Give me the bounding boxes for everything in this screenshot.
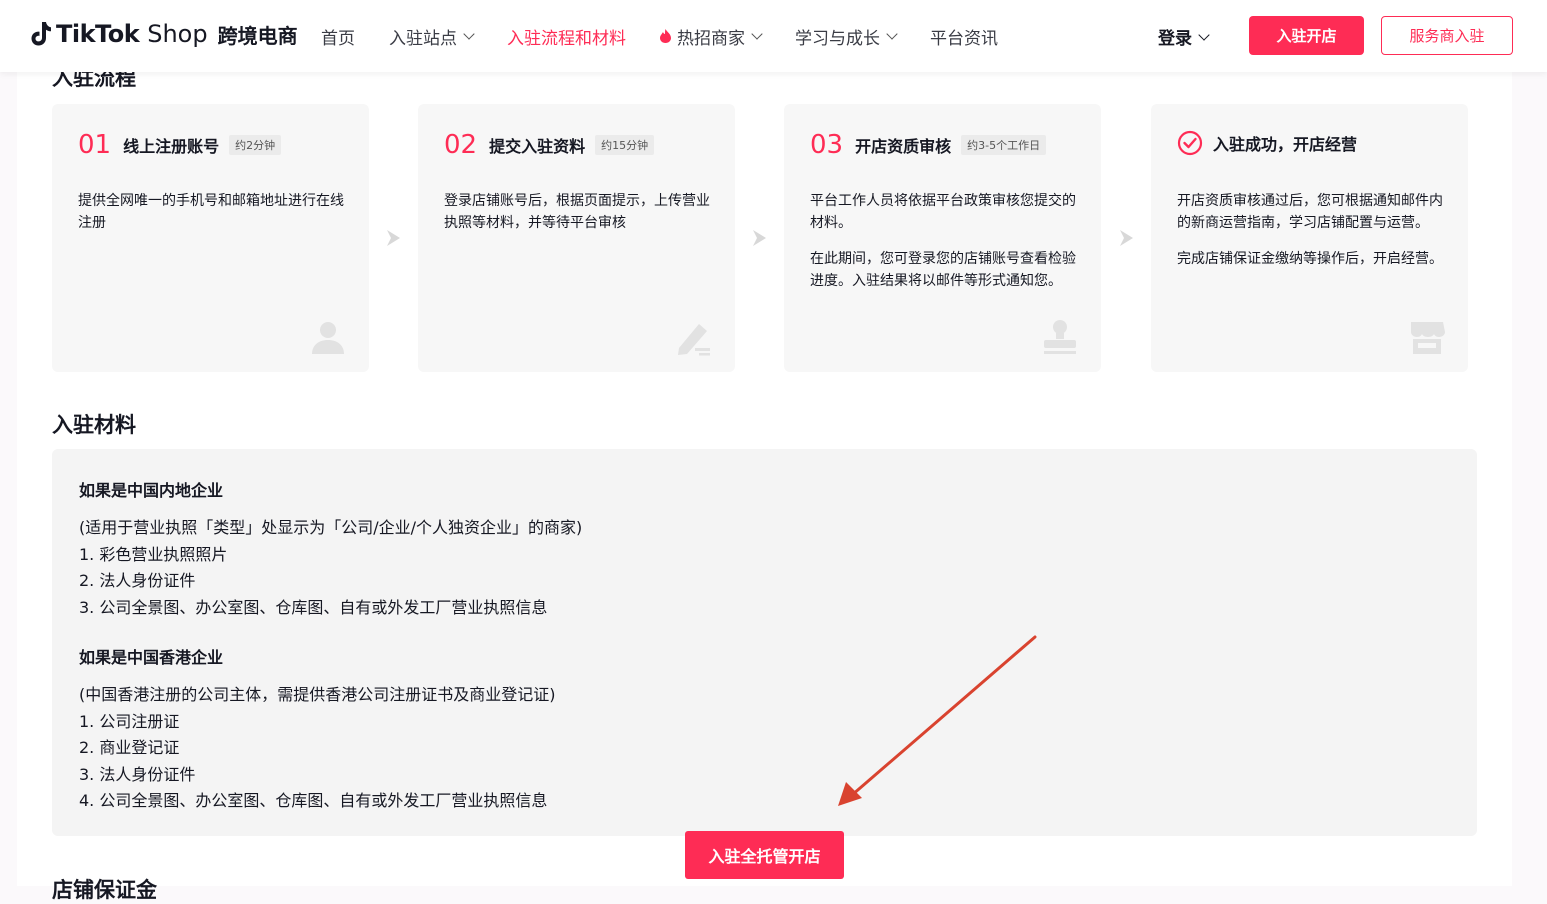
step-number: 03 (810, 130, 844, 160)
chevron-down-icon (751, 28, 763, 40)
material-item: 3. 法人身份证件 (79, 764, 196, 784)
nav-item-process-materials[interactable]: 入驻流程和材料 (507, 22, 626, 50)
step-number: 01 (78, 130, 112, 160)
hongkong-title: 如果是中国香港企业 (79, 648, 224, 667)
step-arrow-icon (1120, 230, 1133, 246)
stamp-icon (1044, 320, 1076, 354)
step-description: 提供全网唯一的手机号和邮箱地址进行在线注册 (78, 190, 348, 234)
login-label: 登录 (1158, 29, 1192, 49)
step-arrow-icon (753, 230, 766, 246)
step-card-submit: 02 提交入驻资料 约15分钟 登录店铺账号后，根据页面提示，上传营业执照等材料… (418, 104, 735, 372)
chevron-down-icon (463, 28, 475, 40)
nav-item-label: 热招商家 (677, 28, 745, 49)
nav-item-home[interactable]: 首页 (321, 22, 355, 50)
step-desc-para: 登录店铺账号后，根据页面提示，上传营业执照等材料，并等待平台审核 (444, 193, 710, 231)
logo-shop-text: Shop (147, 20, 208, 48)
check-circle-icon (1177, 130, 1203, 156)
step-name: 入驻成功，开店经营 (1213, 135, 1358, 154)
login-dropdown[interactable]: 登录 (1158, 24, 1210, 49)
nav-item-label: 入驻流程和材料 (507, 28, 626, 49)
main-nav: 首页 入驻站点 入驻流程和材料 热招商家 学习与成长 平台资讯 (321, 22, 1032, 50)
user-icon (312, 322, 344, 354)
tiktok-note-icon (31, 22, 51, 46)
step-desc-para: 提供全网唯一的手机号和邮箱地址进行在线注册 (78, 193, 344, 231)
material-item: 2. 法人身份证件 (79, 571, 196, 590)
material-item: 4. 公司全景图、办公室图、仓库图、自有或外发工厂营业执照信息 (79, 791, 548, 810)
step-desc-para: 平台工作人员将依据平台政策审核您提交的材料。 (810, 193, 1076, 231)
step-name: 开店资质审核 (855, 137, 952, 156)
chevron-down-icon (886, 28, 898, 40)
material-item: (适用于营业执照「类型」处显示为「公司/企业/个人独资企业」的商家) (79, 518, 583, 537)
full-managed-store-button[interactable]: 入驻全托管开店 (685, 831, 844, 879)
deposit-section-title: 店铺保证金 (52, 878, 157, 902)
logo-cn-text: 跨境电商 (217, 23, 298, 48)
material-item: 1. 公司注册证 (79, 711, 180, 731)
step-card-register: 01 线上注册账号 约2分钟 提供全网唯一的手机号和邮箱地址进行在线注册 (52, 104, 369, 372)
step-arrow-icon (387, 230, 400, 246)
materials-panel: 如果是中国内地企业 (适用于营业执照「类型」处显示为「公司/企业/个人独资企业」… (52, 449, 1477, 836)
chevron-down-icon (1198, 28, 1210, 41)
nav-item-label: 首页 (321, 28, 355, 49)
nav-item-hot-merchants[interactable]: 热招商家 (660, 22, 763, 50)
step-card-success: 入驻成功，开店经营 开店资质审核通过后，您可根据通知邮件内的新商运营指南，学习店… (1151, 104, 1468, 372)
tiktok-shop-logo[interactable]: TikTok Shop 跨境电商 (30, 16, 298, 52)
nav-item-learning[interactable]: 学习与成长 (795, 22, 898, 50)
step-duration-tag: 约15分钟 (595, 135, 655, 155)
mainland-title: 如果是中国内地企业 (79, 481, 224, 500)
material-item: (中国香港注册的公司主体，需提供香港公司注册证书及商业登记证) (79, 685, 556, 704)
material-item: 3. 公司全景图、办公室图、仓库图、自有或外发工厂营业执照信息 (79, 597, 548, 617)
service-provider-button[interactable]: 服务商入驻 (1381, 16, 1513, 55)
step-description: 登录店铺账号后，根据页面提示，上传营业执照等材料，并等待平台审核 (444, 190, 714, 234)
step-desc-para: 开店资质审核通过后，您可根据通知邮件内的新商运营指南，学习店铺配置与运营。 (1177, 193, 1443, 231)
nav-item-label: 平台资讯 (930, 28, 998, 49)
material-item: 1. 彩色营业执照照片 (79, 544, 228, 564)
store-icon (1411, 322, 1445, 354)
nav-item-label: 学习与成长 (795, 28, 880, 49)
flame-icon (660, 29, 671, 43)
top-navbar: TikTok Shop 跨境电商 首页 入驻站点 入驻流程和材料 热招商家 学习… (0, 0, 1547, 72)
step-card-review: 03 开店资质审核 约3-5个工作日 平台工作人员将依据平台政策审核您提交的材料… (784, 104, 1101, 372)
step-number: 02 (444, 130, 478, 160)
step-name: 线上注册账号 (123, 137, 220, 156)
step-description: 开店资质审核通过后，您可根据通知邮件内的新商运营指南，学习店铺配置与运营。 完成… (1177, 190, 1447, 270)
step-duration-tag: 约2分钟 (229, 135, 282, 155)
hongkong-materials: 如果是中国香港企业 (中国香港注册的公司主体，需提供香港公司注册证书及商业登记证… (79, 644, 556, 815)
step-desc-para: 完成店铺保证金缴纳等操作后，开启经营。 (1177, 251, 1443, 267)
open-store-button[interactable]: 入驻开店 (1249, 16, 1364, 55)
nav-item-label: 入驻站点 (389, 28, 457, 49)
nav-item-sites[interactable]: 入驻站点 (389, 22, 475, 50)
step-duration-tag: 约3-5个工作日 (961, 135, 1047, 155)
step-name: 提交入驻资料 (489, 137, 586, 156)
step-description: 平台工作人员将依据平台政策审核您提交的材料。 在此期间，您可登录您的店铺账号查看… (810, 190, 1080, 292)
step-desc-para: 在此期间，您可登录您的店铺账号查看检验进度。入驻结果将以邮件等形式通知您。 (810, 251, 1076, 289)
edit-icon (678, 324, 710, 356)
material-item: 2. 商业登记证 (79, 738, 180, 757)
mainland-materials: 如果是中国内地企业 (适用于营业执照「类型」处显示为「公司/企业/个人独资企业」… (79, 477, 582, 621)
logo-brand-text: TikTok (56, 20, 140, 48)
nav-item-news[interactable]: 平台资讯 (930, 22, 998, 50)
materials-section-title: 入驻材料 (52, 413, 136, 437)
